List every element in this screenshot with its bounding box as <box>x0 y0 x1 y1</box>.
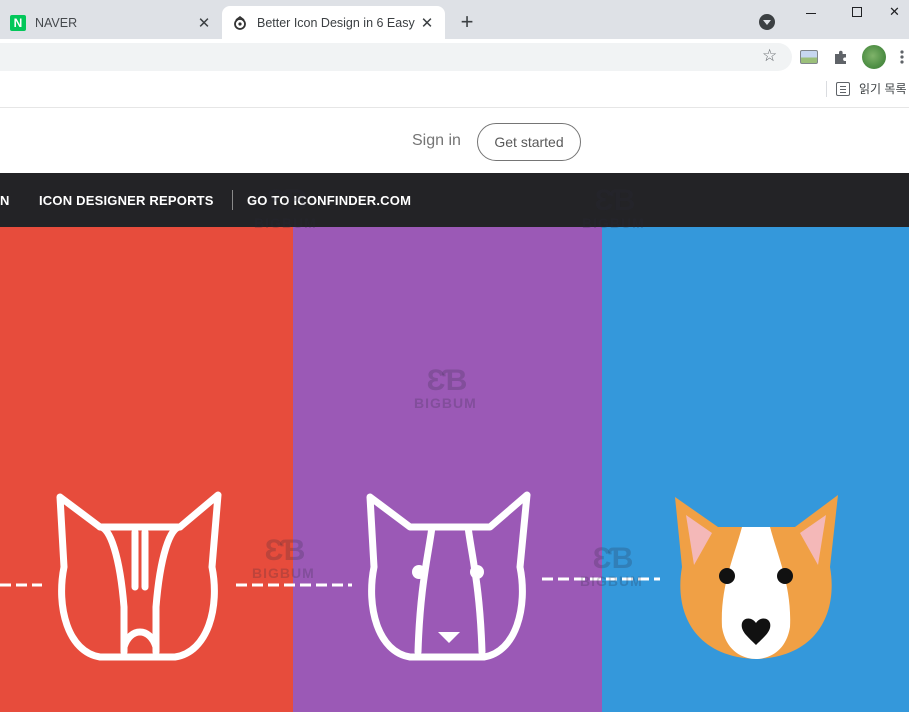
tab-strip: N NAVER ✕ Better Icon Design in 6 Easy ✕… <box>0 0 909 39</box>
address-bar[interactable] <box>0 43 792 71</box>
close-icon[interactable]: ✕ <box>196 15 212 32</box>
dog-outline-icon <box>56 491 222 661</box>
maximize-icon <box>852 7 862 17</box>
hero-image: ƐƁ BIGBUM ƐƁ BIGBUM ƐƁ BIGBUM ƐƁ BIGBUM ƐƁ BI… <box>0 186 909 712</box>
profile-avatar[interactable] <box>862 45 886 69</box>
close-icon: ✕ <box>889 4 900 19</box>
sign-in-link[interactable]: Sign in <box>412 132 461 150</box>
reading-list-label: 읽기 목록 <box>859 82 907 96</box>
browser-window: N NAVER ✕ Better Icon Design in 6 Easy ✕… <box>0 0 909 712</box>
watermark: ƐƁ BIGBUM <box>252 534 315 582</box>
browser-menu-icon[interactable] <box>897 47 907 67</box>
close-icon[interactable]: ✕ <box>419 15 435 32</box>
puzzle-icon[interactable] <box>831 47 851 67</box>
iconfinder-favicon-icon <box>232 15 248 31</box>
divider <box>826 81 827 97</box>
watermark: ƐƁ BIGBUM <box>254 184 317 232</box>
tab-title: Better Icon Design in 6 Easy <box>257 15 415 30</box>
reading-list-button[interactable]: 읽기 목록 <box>836 80 907 97</box>
minimize-icon <box>806 12 816 14</box>
watermark: ƐƁ BIGBUM <box>582 184 645 232</box>
nav-item-icon-designer-reports[interactable]: ICON DESIGNER REPORTS <box>39 193 214 208</box>
site-header: Sign in Get started <box>0 107 909 173</box>
bookmark-star-icon[interactable]: ☆ <box>762 46 777 66</box>
new-tab-button[interactable]: + <box>456 11 478 34</box>
bookmarks-bar: 읽기 목록 <box>0 75 909 103</box>
tab-search-icon[interactable] <box>759 14 775 30</box>
reading-list-icon <box>836 81 850 96</box>
tab-naver[interactable]: N NAVER ✕ <box>0 6 222 39</box>
get-started-button[interactable]: Get started <box>477 123 581 161</box>
tab-title: NAVER <box>35 15 78 30</box>
corgi-color-icon <box>675 495 838 659</box>
watermark: ƐƁ BIGBUM <box>580 542 643 590</box>
image-extension-icon[interactable] <box>799 47 819 67</box>
maximize-button[interactable] <box>834 0 880 24</box>
dashed-connector <box>0 577 660 587</box>
window-close-button[interactable]: ✕ <box>880 0 909 24</box>
corgi-illustration <box>0 491 838 661</box>
nav-item-partial[interactable]: N <box>0 193 10 208</box>
naver-favicon-icon: N <box>10 14 26 31</box>
browser-toolbar: ☆ <box>0 39 909 75</box>
nav-divider <box>232 190 233 210</box>
watermark: ƐƁ BIGBUM <box>414 364 477 412</box>
minimize-button[interactable] <box>788 0 834 24</box>
publication-navbar: N ICON DESIGNER REPORTS GO TO ICONFINDER… <box>0 173 909 227</box>
tab-icon-design[interactable]: Better Icon Design in 6 Easy ✕ <box>222 6 445 39</box>
